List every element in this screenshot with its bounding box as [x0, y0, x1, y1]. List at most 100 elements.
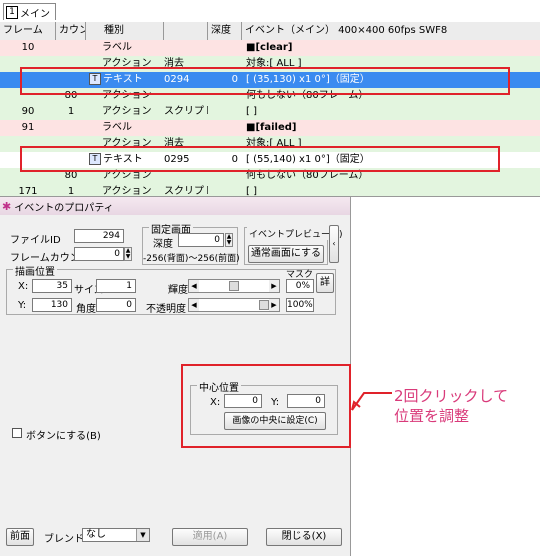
cell-count [56, 40, 86, 56]
cell-event-text: [ ] [246, 186, 257, 197]
close-button[interactable]: 閉じる(X) [266, 528, 342, 546]
annotation-text: 2回クリックして 位置を調整 [394, 386, 534, 426]
slider-left-arrow-icon[interactable]: ◀ [189, 280, 199, 292]
cell-frame: 171 [0, 184, 56, 197]
frame-count-spinner[interactable]: ▲ ▼ [124, 247, 132, 261]
annotation-arrow-icon [351, 392, 392, 411]
y-label: Y: [18, 300, 27, 311]
cell-depth [208, 104, 242, 120]
button-checkbox[interactable] [12, 428, 22, 438]
y-position-field[interactable]: 130 [32, 298, 72, 312]
cell-depth [208, 40, 242, 56]
table-row[interactable]: 90 1 アクション スクリプト [ ] [0, 104, 540, 120]
blend-value: なし [86, 529, 106, 540]
size-field[interactable]: 1 [96, 279, 136, 293]
header-depth[interactable]: 深度 [208, 22, 242, 40]
button-checkbox-label: ボタンにする(B) [26, 431, 101, 442]
cell-type: ラベル [86, 120, 164, 136]
cell-type: ラベル [86, 40, 164, 56]
cell-type-text: アクション [102, 186, 152, 197]
x-position-field[interactable]: 35 [32, 279, 72, 293]
detail-button[interactable]: 詳 [316, 273, 334, 293]
column-header-row: フレーム カウント 種別 深度 イベント（メイン） 400×400 60fps … [0, 22, 540, 41]
cell-type-text: ラベル [102, 122, 132, 133]
slider-thumb[interactable] [229, 281, 239, 291]
cell-event: ■[failed] [242, 120, 540, 136]
cell-name-text: スクリプト [164, 186, 208, 197]
header-type[interactable]: 種別 [86, 22, 164, 40]
cell-name [164, 40, 208, 56]
cell-event-text: [ ] [246, 106, 257, 117]
cell-name [164, 120, 208, 136]
angle-field[interactable]: 0 [96, 298, 136, 312]
file-id-label: ファイルID [10, 235, 61, 246]
dialog-title: イベントのプロパティ [14, 202, 114, 214]
table-row[interactable]: 10 ラベル ■[clear] [0, 40, 540, 56]
cell-depth [208, 120, 242, 136]
cell-frame-text: 90 [21, 106, 35, 117]
frame-count-field[interactable]: 0 [74, 247, 124, 261]
cell-name: スクリプト [164, 184, 208, 197]
cell-frame: 91 [0, 120, 56, 136]
event-list-window: 1 メイン フレーム カウント 種別 深度 イベント（メイン） 400×400 … [0, 0, 540, 197]
opacity-slider[interactable]: ◀ ▶ [188, 298, 280, 312]
annotation-line-2: 位置を調整 [394, 407, 470, 425]
brightness-slider[interactable]: ◀ ▶ [188, 279, 280, 293]
header-event[interactable]: イベント（メイン） 400×400 60fps SWF8 [242, 22, 540, 40]
depth-label: 深度 [153, 239, 173, 250]
cell-event: [ ] [242, 184, 540, 197]
cell-type-text: アクション [102, 106, 152, 117]
angle-label: 角度 [76, 304, 96, 315]
file-id-field[interactable]: 294 [74, 229, 124, 243]
chevron-down-icon[interactable]: ▼ [136, 529, 149, 541]
x-label: X: [18, 281, 29, 292]
brightness-value-field[interactable]: 0% [286, 279, 314, 293]
highlight-box-center [181, 364, 351, 448]
highlight-box-row-2 [20, 146, 500, 172]
cell-count [56, 120, 86, 136]
slider-right-arrow-icon[interactable]: ▶ [269, 280, 279, 292]
cell-frame-text: 171 [18, 186, 38, 197]
apply-button[interactable]: 適用(A) [172, 528, 248, 546]
blend-select[interactable]: なし ▼ [82, 528, 150, 542]
collapse-panel-button[interactable]: ‹ [329, 225, 339, 263]
header-frame[interactable]: フレーム [0, 22, 56, 40]
table-row[interactable]: 171 1 アクション スクリプト [ ] [0, 184, 540, 197]
brightness-label: 輝度 [168, 285, 188, 296]
cell-count-text: 1 [67, 106, 75, 117]
cell-type: アクション [86, 104, 164, 120]
cell-count: 1 [56, 184, 86, 197]
table-row[interactable]: 91 ラベル ■[failed] [0, 120, 540, 136]
tab-main[interactable]: 1 メイン [3, 3, 56, 20]
opacity-value-field[interactable]: 100% [286, 298, 314, 312]
depth-range-text: -256(背面)～256(前面) [143, 254, 240, 264]
header-count[interactable]: カウント [56, 22, 86, 40]
tab-bar: 1 メイン [0, 0, 540, 23]
cell-frame-text: 91 [21, 122, 35, 133]
depth-spinner[interactable]: ▲ ▼ [225, 233, 233, 247]
cell-depth [208, 184, 242, 196]
slider-thumb[interactable] [259, 300, 269, 310]
slider-left-arrow-icon[interactable]: ◀ [189, 299, 199, 311]
normal-screen-button[interactable]: 通常画面にする [248, 245, 324, 263]
front-button[interactable]: 前面 [6, 528, 34, 546]
header-name[interactable] [164, 22, 208, 40]
cell-frame-text: 10 [21, 42, 35, 53]
cell-frame: 90 [0, 104, 56, 120]
tab-number: 1 [6, 5, 18, 19]
dialog-title-bar: ✱ イベントのプロパティ [0, 197, 350, 215]
draw-position-title: 描画位置 [13, 263, 57, 278]
cell-name-text: スクリプト [164, 106, 208, 117]
depth-field[interactable]: 0 [178, 233, 224, 247]
cell-name: スクリプト [164, 104, 208, 120]
highlight-box-row-1 [20, 67, 510, 95]
app-icon: ✱ [2, 199, 12, 213]
annotation-line-1: 2回クリックして [394, 387, 509, 405]
cell-event: ■[clear] [242, 40, 540, 56]
cell-count: 1 [56, 104, 86, 120]
cell-count-text: 1 [67, 186, 75, 197]
cell-event-text: ■[clear] [246, 42, 293, 53]
blend-label: ブレンド [44, 534, 84, 545]
cell-event: [ ] [242, 104, 540, 120]
slider-right-arrow-icon[interactable]: ▶ [269, 299, 279, 311]
